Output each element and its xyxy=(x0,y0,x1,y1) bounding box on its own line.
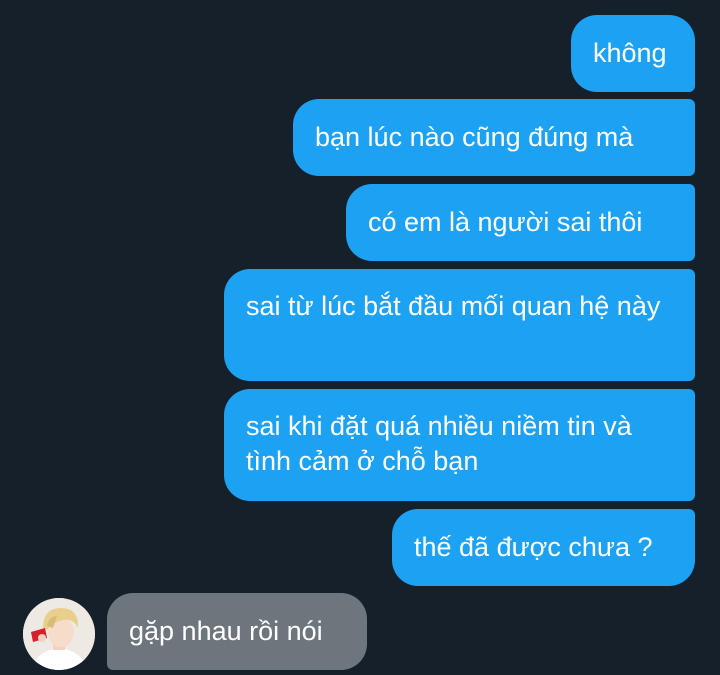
message-text: có em là người sai thôi xyxy=(368,207,643,237)
message-bubble-sent[interactable]: không xyxy=(571,15,695,92)
message-bubble-sent[interactable]: bạn lúc nào cũng đúng mà xyxy=(293,99,695,176)
avatar[interactable] xyxy=(23,598,95,670)
message-bubble-sent[interactable]: thế đã được chưa ? xyxy=(392,509,695,586)
message-text: gặp nhau rồi nói xyxy=(129,616,323,646)
message-text: không xyxy=(593,38,667,68)
message-text: bạn lúc nào cũng đúng mà xyxy=(315,122,634,152)
message-bubble-sent[interactable]: sai từ lúc bắt đầu mối quan hệ này xyxy=(224,269,695,381)
message-text: thế đã được chưa ? xyxy=(414,532,653,562)
chat-thread: không bạn lúc nào cũng đúng mà có em là … xyxy=(0,0,720,675)
message-text: sai khi đặt quá nhiều niềm tin và tình c… xyxy=(246,411,632,476)
message-bubble-received[interactable]: gặp nhau rồi nói xyxy=(107,593,367,670)
message-bubble-sent[interactable]: sai khi đặt quá nhiều niềm tin và tình c… xyxy=(224,389,695,501)
avatar-image xyxy=(23,598,95,670)
message-text: sai từ lúc bắt đầu mối quan hệ này xyxy=(246,291,661,321)
message-bubble-sent[interactable]: có em là người sai thôi xyxy=(346,184,695,261)
